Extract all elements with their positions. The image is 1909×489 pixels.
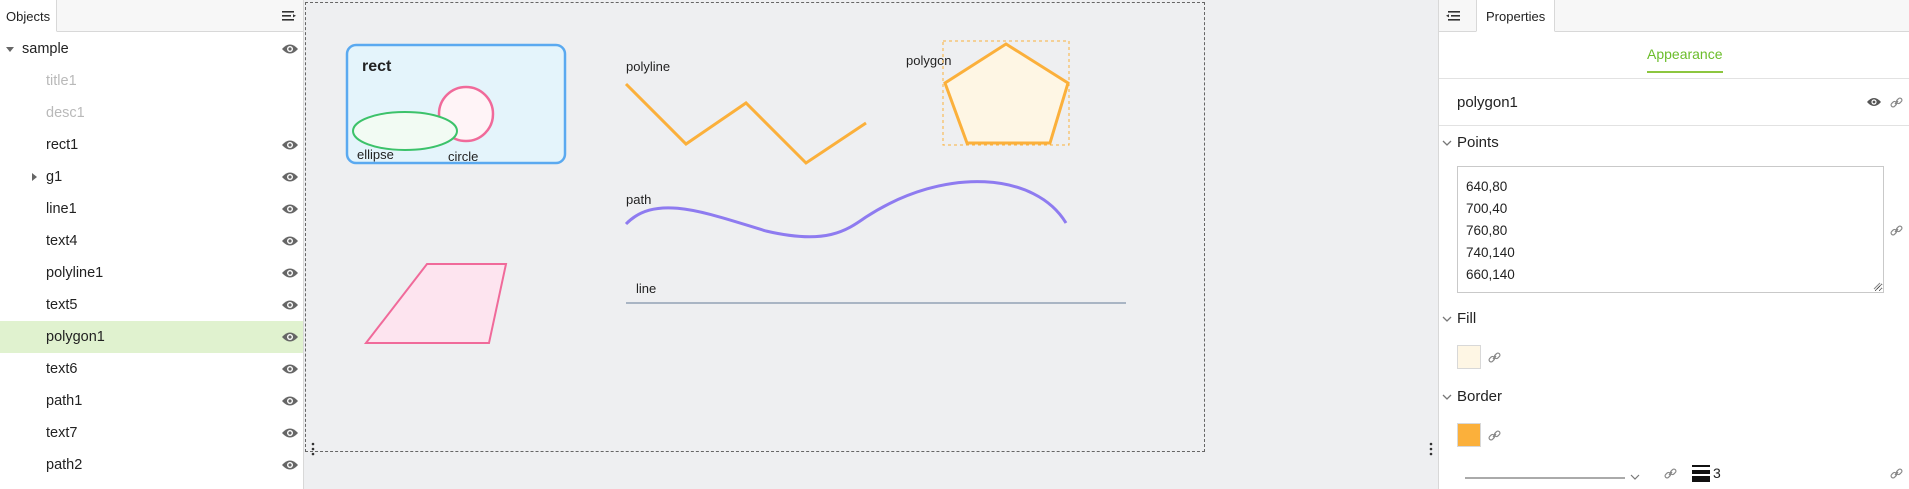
properties-panel: Properties Appearance polygon1 Points 64…: [1438, 0, 1909, 489]
point-entry: 760,80: [1466, 223, 1508, 238]
point-entry: 700,40: [1466, 201, 1508, 216]
fill-section-title: Fill: [1457, 310, 1477, 327]
visibility-eye-icon[interactable]: [281, 138, 299, 152]
tab-appearance[interactable]: Appearance: [1647, 46, 1723, 73]
point-entry: 640,80: [1466, 179, 1508, 194]
stroke-width-value[interactable]: 3: [1713, 465, 1721, 481]
visibility-eye-icon[interactable]: [281, 394, 299, 408]
tree-item-label: text6: [46, 361, 78, 377]
tree-item-sample[interactable]: sample: [0, 33, 303, 65]
tab-objects[interactable]: Objects: [0, 0, 58, 32]
tree-item-title1[interactable]: title1: [0, 65, 303, 97]
border-color-swatch[interactable]: [1457, 423, 1481, 447]
caret-right-icon[interactable]: [29, 172, 39, 182]
selected-object-row: polygon1: [1439, 79, 1909, 126]
points-textarea[interactable]: 640,80 700,40 760,80 740,140 660,140: [1457, 166, 1884, 293]
points-link-icon[interactable]: [1890, 224, 1903, 237]
points-section-title: Points: [1457, 134, 1499, 151]
label-ellipse: ellipse: [357, 147, 394, 162]
tree-item-polyline1[interactable]: polyline1: [0, 257, 303, 289]
tree-item-label: polygon1: [46, 329, 105, 345]
visibility-eye-icon[interactable]: [281, 362, 299, 376]
border-section-title: Border: [1457, 388, 1503, 405]
canvas-area[interactable]: rect ellipse circle polyline polygon pat…: [305, 0, 1438, 489]
stroke-width-link-icon[interactable]: [1890, 467, 1903, 480]
tree-item-desc1[interactable]: desc1: [0, 97, 303, 129]
visibility-eye-icon[interactable]: [281, 234, 299, 248]
label-path: path: [626, 192, 651, 207]
label-circle: circle: [448, 149, 478, 164]
visibility-eye-icon[interactable]: [281, 202, 299, 216]
shape-path1[interactable]: [624, 180, 1068, 239]
visibility-eye-icon[interactable]: [281, 266, 299, 280]
chevron-down-icon[interactable]: [1442, 315, 1452, 323]
appearance-tab-bar: Appearance: [1439, 32, 1909, 79]
label-rect: rect: [362, 58, 392, 75]
tree-item-text4[interactable]: text4: [0, 225, 303, 257]
link-icon[interactable]: [1890, 96, 1903, 109]
artboard[interactable]: rect ellipse circle polyline polygon pat…: [305, 2, 1205, 452]
visibility-eye-icon[interactable]: [281, 298, 299, 312]
tree-item-label: path1: [46, 393, 83, 409]
canvas-left-handle-icon[interactable]: [310, 442, 316, 456]
objects-panel: Objects sample title1 desc1 rect1 g1 line1 tex…: [0, 0, 304, 489]
tree-item-line1[interactable]: line1: [0, 193, 303, 225]
tree-item-path2[interactable]: path2: [0, 449, 303, 481]
visibility-eye-icon[interactable]: [1866, 96, 1882, 108]
tree-item-label: text4: [46, 233, 78, 249]
tree-item-text6[interactable]: text6: [0, 353, 303, 385]
chevron-down-icon[interactable]: [1442, 139, 1452, 147]
object-tree: sample title1 desc1 rect1 g1 line1 text4 polyli…: [0, 32, 303, 481]
shape-ellipse[interactable]: [352, 111, 458, 151]
label-polygon: polygon: [906, 53, 952, 68]
tree-item-text7[interactable]: text7: [0, 417, 303, 449]
canvas-right-handle-icon[interactable]: [1428, 442, 1434, 456]
stroke-width-icon[interactable]: [1692, 464, 1710, 482]
tree-item-label: sample: [22, 41, 69, 57]
tree-item-label: line1: [46, 201, 77, 217]
tree-item-label: rect1: [46, 137, 79, 153]
border-link-icon[interactable]: [1488, 429, 1501, 442]
shape-polygon1[interactable]: [943, 42, 1070, 145]
tree-item-path1[interactable]: path1: [0, 385, 303, 417]
tree-item-g1[interactable]: g1: [0, 161, 303, 193]
visibility-eye-icon[interactable]: [281, 458, 299, 472]
drawing-canvas[interactable]: rect ellipse circle polyline polygon pat…: [306, 3, 1206, 453]
shape-path2[interactable]: [363, 263, 508, 344]
label-line: line: [636, 281, 656, 296]
tree-item-text5[interactable]: text5: [0, 289, 303, 321]
fill-link-icon[interactable]: [1488, 351, 1501, 364]
tree-item-label: g1: [46, 169, 63, 185]
caret-down-icon[interactable]: [5, 44, 15, 54]
panel-collapse-icon[interactable]: [1445, 9, 1461, 23]
tree-item-label: path2: [46, 457, 83, 473]
visibility-eye-icon[interactable]: [281, 330, 299, 344]
visibility-eye-icon[interactable]: [281, 426, 299, 440]
point-entry: 660,140: [1466, 267, 1515, 282]
panel-menu-icon[interactable]: [281, 9, 297, 23]
shape-polyline1[interactable]: [624, 82, 867, 165]
tree-item-label: text5: [46, 297, 78, 313]
tab-properties[interactable]: Properties: [1476, 0, 1556, 32]
resize-grip-icon[interactable]: [1873, 282, 1881, 290]
label-polyline: polyline: [626, 59, 670, 74]
tree-item-polygon1[interactable]: polygon1: [0, 321, 303, 353]
fill-color-swatch[interactable]: [1457, 345, 1481, 369]
objects-panel-header: Objects: [0, 0, 303, 32]
properties-panel-header: Properties: [1439, 0, 1909, 32]
selected-object-name: polygon1: [1457, 94, 1518, 111]
visibility-eye-icon[interactable]: [281, 42, 299, 56]
tree-item-label: text7: [46, 425, 78, 441]
tree-item-label: desc1: [46, 105, 85, 121]
stroke-style-select[interactable]: [1465, 472, 1642, 484]
visibility-eye-icon[interactable]: [281, 170, 299, 184]
tree-item-label: polyline1: [46, 265, 104, 281]
tree-item-label: title1: [46, 73, 77, 89]
point-entry: 740,140: [1466, 245, 1515, 260]
tree-item-rect1[interactable]: rect1: [0, 129, 303, 161]
chevron-down-icon[interactable]: [1442, 393, 1452, 401]
stroke-style-link-icon[interactable]: [1664, 467, 1677, 480]
